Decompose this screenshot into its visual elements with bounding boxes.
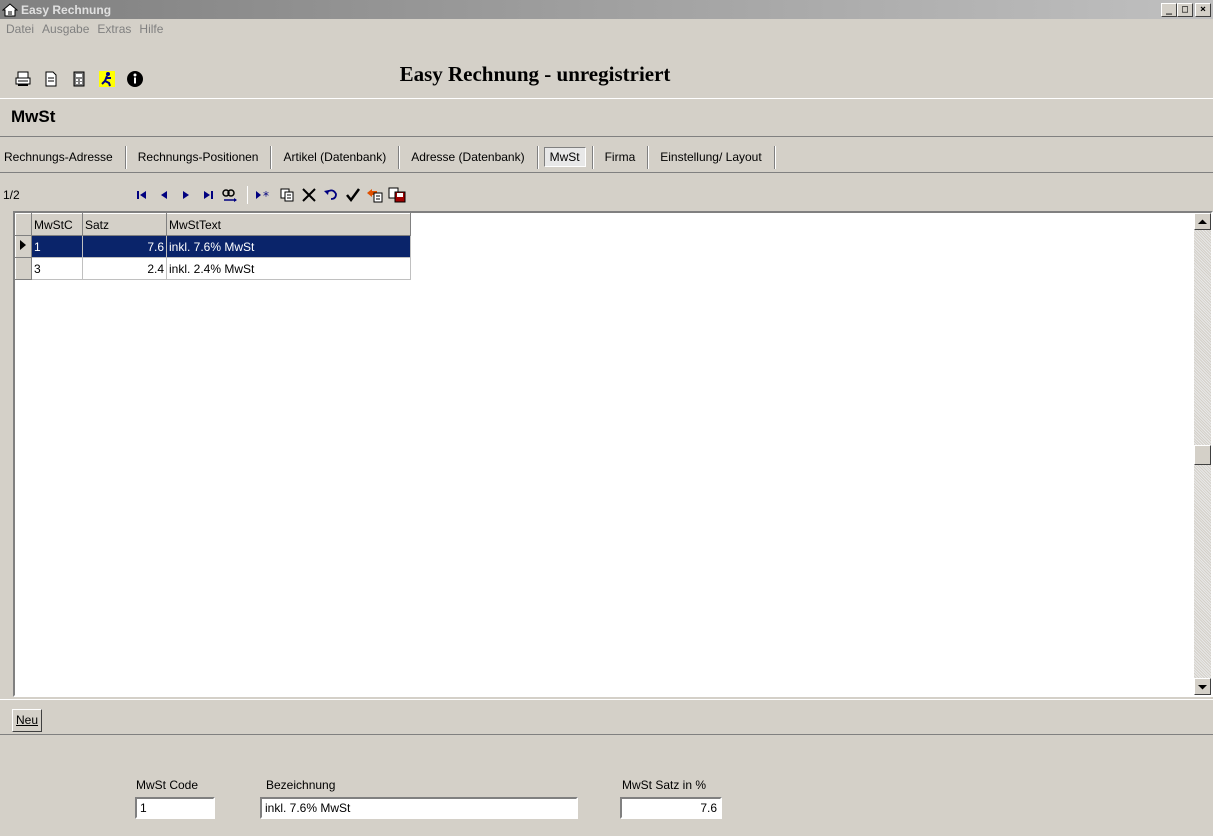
arrow-up-icon — [1198, 219, 1207, 224]
bezeichnung-field[interactable]: inkl. 7.6% MwSt — [260, 797, 578, 819]
first-record-icon[interactable] — [131, 186, 153, 204]
column-header-satz[interactable]: Satz — [82, 213, 167, 236]
tab-adresse[interactable]: Adresse (Datenbank) — [399, 145, 538, 169]
tab-label: Firma — [604, 149, 636, 164]
cell-satz[interactable]: 2.4 — [82, 257, 167, 280]
scroll-up-button[interactable] — [1194, 213, 1211, 230]
new-button[interactable]: Neu — [12, 709, 43, 732]
tab-rechnungs-adresse[interactable]: Rechnungs-Adresse — [0, 145, 126, 169]
last-record-icon[interactable] — [197, 186, 219, 204]
scroll-down-button[interactable] — [1194, 678, 1211, 695]
tab-einstellung-layout[interactable]: Einstellung/ Layout — [648, 145, 775, 169]
tab-artikel[interactable]: Artikel (Datenbank) — [271, 145, 400, 169]
prev-record-icon[interactable] — [153, 186, 175, 204]
current-row-icon — [20, 240, 26, 250]
satz-field[interactable]: 7.6 — [620, 797, 722, 819]
table-row[interactable]: 3 2.4 inkl. 2.4% MwSt — [15, 257, 411, 280]
cell-text[interactable]: inkl. 2.4% MwSt — [166, 257, 411, 280]
menu-ausgabe[interactable]: Ausgabe — [38, 22, 93, 36]
svg-text:*: * — [263, 189, 269, 201]
arrow-down-icon — [1198, 684, 1207, 689]
save-icon[interactable] — [386, 186, 408, 204]
column-header-mwstc[interactable]: MwStC — [31, 213, 83, 236]
cell-satz[interactable]: 7.6 — [82, 235, 167, 258]
tab-label: Einstellung/ Layout — [660, 149, 762, 164]
tab-label: MwSt — [543, 146, 586, 167]
satz-label: MwSt Satz in % — [622, 778, 707, 792]
section-header: MwSt — [0, 98, 1213, 137]
export-icon[interactable] — [364, 186, 386, 204]
close-button[interactable]: × — [1195, 2, 1211, 17]
code-field[interactable]: 1 — [135, 797, 215, 819]
section-title: MwSt — [11, 107, 56, 126]
table-row[interactable]: 1 7.6 inkl. 7.6% MwSt — [15, 235, 411, 258]
cell-code[interactable]: 3 — [31, 257, 83, 280]
menu-bar: Datei Ausgabe Extras Hilfe — [0, 19, 1213, 39]
tab-firma[interactable]: Firma — [593, 145, 649, 169]
undo-icon[interactable] — [320, 186, 342, 204]
tab-mwst[interactable]: MwSt — [538, 145, 593, 169]
mwst-grid[interactable]: MwStC Satz MwStText 1 7.6 inkl. 7.6% MwS… — [13, 211, 1213, 697]
tab-label: Rechnungs-Adresse — [4, 149, 113, 164]
copy-icon[interactable] — [276, 186, 298, 204]
tab-rechnungs-positionen[interactable]: Rechnungs-Positionen — [126, 145, 272, 169]
menu-extras[interactable]: Extras — [93, 22, 135, 36]
record-counter: 1/2 — [3, 188, 20, 202]
title-bar: Easy Rechnung _ □ × — [0, 0, 1213, 19]
app-heading: Easy Rechnung - unregistriert — [399, 62, 671, 86]
find-icon[interactable] — [219, 186, 241, 204]
column-header-mwsttext[interactable]: MwStText — [166, 213, 411, 236]
checkmark-icon[interactable] — [342, 186, 364, 204]
scroll-thumb[interactable] — [1194, 445, 1211, 465]
bezeichnung-label: Bezeichnung — [266, 778, 336, 792]
new-record-icon[interactable]: * — [254, 186, 276, 204]
window-title: Easy Rechnung — [21, 2, 112, 17]
row-indicator[interactable] — [15, 257, 32, 280]
row-indicator[interactable] — [15, 235, 32, 258]
cell-text[interactable]: inkl. 7.6% MwSt — [166, 235, 411, 258]
menu-datei[interactable]: Datei — [2, 22, 38, 36]
code-label: MwSt Code — [136, 778, 199, 792]
tab-label: Adresse (Datenbank) — [411, 149, 525, 164]
vertical-scrollbar[interactable] — [1194, 213, 1211, 695]
grid-corner — [15, 213, 32, 236]
house-icon — [2, 2, 18, 16]
maximize-button[interactable]: □ — [1177, 2, 1193, 17]
next-record-icon[interactable] — [175, 186, 197, 204]
record-navigator: 1/2 * — [0, 184, 1213, 206]
cell-code[interactable]: 1 — [31, 235, 83, 258]
toolbar-separator — [247, 186, 248, 204]
tab-bar: Rechnungs-Adresse Rechnungs-Positionen A… — [0, 142, 1213, 173]
button-bar: Neu — [0, 699, 1213, 735]
menu-hilfe[interactable]: Hilfe — [135, 22, 167, 36]
minimize-button[interactable]: _ — [1161, 2, 1177, 17]
delete-icon[interactable] — [298, 186, 320, 204]
tab-label: Rechnungs-Positionen — [137, 149, 259, 164]
tab-label: Artikel (Datenbank) — [283, 149, 387, 164]
